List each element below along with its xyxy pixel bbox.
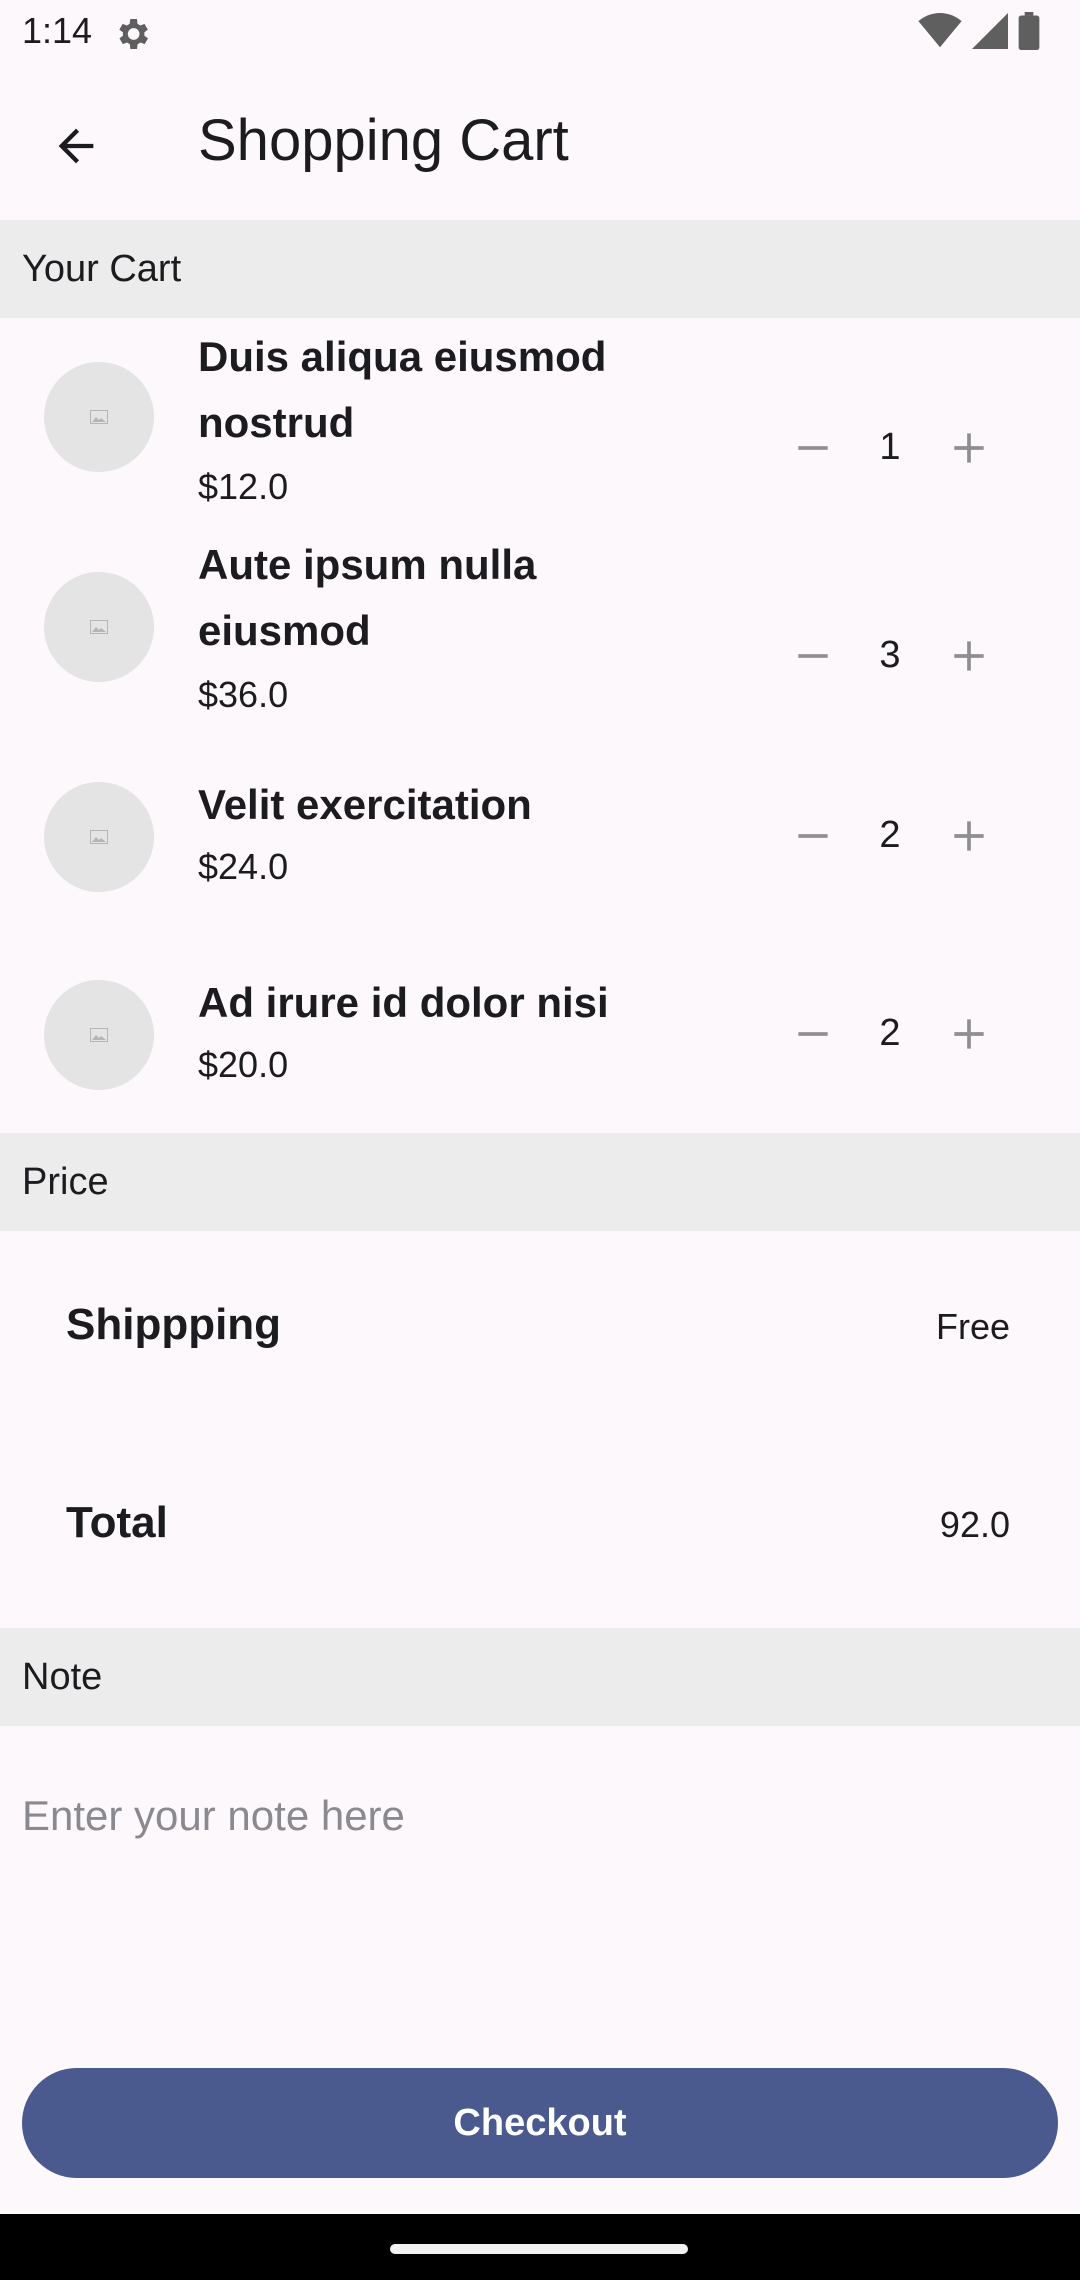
decrement-button[interactable] bbox=[773, 796, 853, 876]
quantity-value: 2 bbox=[879, 814, 901, 856]
note-input[interactable] bbox=[0, 1726, 1080, 2026]
total-value: 92.0 bbox=[939, 1504, 1010, 1545]
price-section-header: Price bbox=[0, 1133, 1080, 1231]
increment-button[interactable] bbox=[929, 408, 1009, 488]
note-section-title: Note bbox=[22, 1656, 103, 1698]
minus-icon bbox=[798, 834, 828, 838]
image-placeholder-icon bbox=[44, 980, 154, 1090]
cell-signal-icon bbox=[972, 13, 1008, 54]
home-gesture-handle[interactable] bbox=[390, 2244, 688, 2254]
item-name: Ad irure id dolor nisi bbox=[198, 979, 609, 1026]
page-title: Shopping Cart bbox=[198, 108, 569, 173]
item-price: $12.0 bbox=[198, 466, 289, 507]
status-time: 1:14 bbox=[22, 10, 93, 51]
quantity-value: 3 bbox=[879, 634, 901, 676]
quantity-value: 2 bbox=[879, 1012, 901, 1054]
increment-button[interactable] bbox=[929, 994, 1009, 1074]
gear-icon bbox=[112, 14, 152, 54]
plus-icon bbox=[954, 641, 984, 671]
checkout-button[interactable]: Checkout bbox=[22, 2068, 1058, 2178]
minus-icon bbox=[798, 446, 828, 450]
item-price: $20.0 bbox=[198, 1044, 289, 1085]
wifi-icon bbox=[918, 13, 962, 54]
item-name: Velit exercitation bbox=[198, 781, 532, 828]
battery-icon bbox=[1018, 12, 1040, 55]
total-label: Total bbox=[66, 1498, 168, 1547]
plus-icon bbox=[954, 1019, 984, 1049]
item-name: Duis aliqua eiusmod nostrud bbox=[198, 333, 607, 446]
increment-button[interactable] bbox=[929, 796, 1009, 876]
cart-item: Duis aliqua eiusmod nostrud $12.0 1 bbox=[0, 318, 1080, 526]
back-button[interactable] bbox=[36, 106, 116, 186]
image-placeholder-icon bbox=[44, 572, 154, 682]
price-section-title: Price bbox=[22, 1161, 109, 1203]
shipping-value: Free bbox=[935, 1306, 1010, 1347]
increment-button[interactable] bbox=[929, 616, 1009, 696]
cart-item: Velit exercitation $24.0 2 bbox=[0, 734, 1080, 932]
cart-section-title: Your Cart bbox=[22, 248, 182, 290]
cart-section-header: Your Cart bbox=[0, 220, 1080, 318]
decrement-button[interactable] bbox=[773, 994, 853, 1074]
cart-item: Aute ipsum nulla eiusmod $36.0 3 bbox=[0, 526, 1080, 734]
screen: 1:14 Shopping Cart Your Cart Duis aliqua… bbox=[0, 0, 1080, 2280]
cart-item: Ad irure id dolor nisi $20.0 2 bbox=[0, 932, 1080, 1132]
image-placeholder-icon bbox=[44, 362, 154, 472]
arrow-back-icon bbox=[58, 128, 94, 164]
plus-icon bbox=[954, 821, 984, 851]
quantity-value: 1 bbox=[879, 426, 901, 468]
decrement-button[interactable] bbox=[773, 616, 853, 696]
total-row: Total 92.0 bbox=[0, 1488, 1080, 1568]
app-bar: Shopping Cart bbox=[0, 66, 1080, 220]
status-icons bbox=[918, 12, 1040, 55]
status-bar: 1:14 bbox=[0, 0, 1080, 66]
minus-icon bbox=[798, 1032, 828, 1036]
decrement-button[interactable] bbox=[773, 408, 853, 488]
item-price: $24.0 bbox=[198, 846, 289, 887]
minus-icon bbox=[798, 654, 828, 658]
note-section-header: Note bbox=[0, 1628, 1080, 1726]
shipping-label: Shippping bbox=[66, 1300, 282, 1349]
image-placeholder-icon bbox=[44, 782, 154, 892]
navigation-bar bbox=[0, 2214, 1080, 2280]
item-price: $36.0 bbox=[198, 674, 289, 715]
shipping-row: Shippping Free bbox=[0, 1290, 1080, 1370]
plus-icon bbox=[954, 433, 984, 463]
item-name: Aute ipsum nulla eiusmod bbox=[198, 541, 537, 654]
